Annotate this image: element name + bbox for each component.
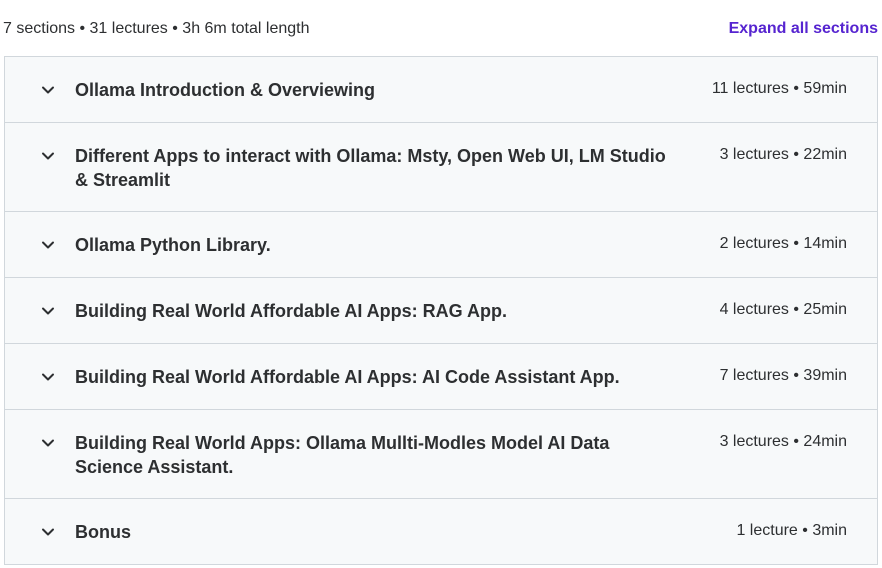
section-title: Bonus (75, 522, 131, 542)
section-title: Building Real World Affordable AI Apps: … (75, 367, 620, 387)
section-title: Ollama Introduction & Overviewing (75, 80, 376, 100)
section-title: Different Apps to interact with Ollama: … (75, 146, 666, 190)
section-title: Building Real World Affordable AI Apps: … (75, 301, 507, 321)
section-row[interactable]: Different Apps to interact with Ollama: … (5, 123, 877, 212)
section-meta: 11 lectures • 59min (711, 80, 847, 97)
section-row[interactable]: Building Real World Affordable AI Apps: … (5, 278, 877, 344)
section-meta: 3 lectures • 24min (719, 433, 847, 450)
chevron-down-icon (41, 436, 55, 450)
chevron-down-icon (41, 304, 55, 318)
section-meta: 4 lectures • 25min (719, 301, 847, 318)
curriculum-summary: 7 sections • 31 lectures • 3h 6m total l… (3, 20, 310, 37)
section-row[interactable]: Ollama Introduction & Overviewing 11 lec… (5, 57, 877, 123)
section-title: Building Real World Apps: Ollama Mullti-… (75, 433, 610, 477)
section-meta: 1 lecture • 3min (736, 522, 847, 539)
section-meta: 3 lectures • 22min (719, 146, 847, 163)
section-row[interactable]: Building Real World Affordable AI Apps: … (5, 344, 877, 410)
section-title: Ollama Python Library. (75, 235, 271, 255)
section-meta: 2 lectures • 14min (719, 235, 847, 252)
chevron-down-icon (41, 370, 55, 384)
expand-all-sections-button[interactable]: Expand all sections (729, 20, 878, 38)
section-row[interactable]: Building Real World Apps: Ollama Mullti-… (5, 410, 877, 499)
section-row[interactable]: Ollama Python Library. 2 lectures • 14mi… (5, 212, 877, 278)
section-row[interactable]: Bonus 1 lecture • 3min (5, 499, 877, 565)
chevron-down-icon (41, 149, 55, 163)
chevron-down-icon (41, 238, 55, 252)
curriculum-header: 7 sections • 31 lectures • 3h 6m total l… (0, 0, 882, 56)
chevron-down-icon (41, 525, 55, 539)
chevron-down-icon (41, 83, 55, 97)
curriculum-sections-list: Ollama Introduction & Overviewing 11 lec… (4, 56, 878, 565)
section-meta: 7 lectures • 39min (719, 367, 847, 384)
